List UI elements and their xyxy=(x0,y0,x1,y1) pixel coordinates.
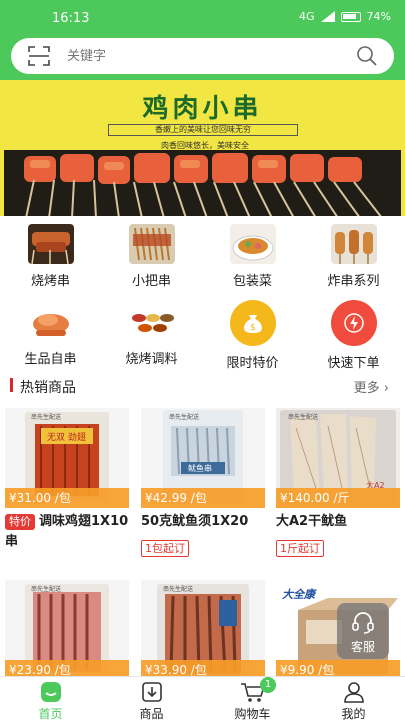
product-card[interactable]: 串先生配送 ¥23.90 /包 xyxy=(5,580,129,680)
tab-products[interactable]: 商品 xyxy=(101,679,202,720)
tab-profile[interactable]: 我的 xyxy=(303,679,404,720)
category-raw-self-skewer[interactable]: 生品自串 xyxy=(0,302,101,367)
small-skewer-photo-icon xyxy=(128,224,175,264)
user-icon xyxy=(343,682,364,703)
category-label: 限时特价 xyxy=(226,356,279,371)
packaged-dish-photo-icon xyxy=(229,224,276,264)
product-image-text: 鱿鱼串 xyxy=(188,464,212,473)
raw-meat-photo-icon xyxy=(27,302,74,342)
tab-label: 我的 xyxy=(341,707,366,720)
svg-text:$: $ xyxy=(250,323,256,333)
product-card[interactable]: 无双 劲翅 串先生配送 ¥31.00 /包 特价 调味鸡翅1X10串 xyxy=(5,408,129,552)
section-title: 热销商品 xyxy=(20,380,76,396)
product-title: 50克鱿鱼须1X20 xyxy=(141,514,249,529)
product-image: 大A2 串先生配送 ¥140.00 /斤 xyxy=(276,408,400,508)
status-icons: 4G 74% xyxy=(299,10,391,23)
home-icon xyxy=(40,682,61,702)
delivery-badge: 串先生配送 xyxy=(288,414,319,421)
category-label: 生品自串 xyxy=(24,352,77,367)
category-label: 烧烤串 xyxy=(30,274,70,289)
skewer-photo-icon xyxy=(27,224,74,264)
status-bar: 16:13 4G 74% xyxy=(0,0,405,36)
customer-service-button[interactable]: 客服 xyxy=(337,603,389,659)
tab-label: 商品 xyxy=(139,707,164,720)
category-quick-order[interactable]: 快速下单 xyxy=(303,300,404,371)
search-input[interactable] xyxy=(67,46,337,66)
search-icon[interactable] xyxy=(356,45,378,67)
category-label: 小把串 xyxy=(131,274,171,289)
category-small-skewers[interactable]: 小把串 xyxy=(101,224,202,289)
header xyxy=(0,36,405,80)
banner-slogan: 香嫩上的美味让您回味无穷 xyxy=(108,124,298,136)
min-order-badge: 1包起订 xyxy=(141,540,189,557)
product-image: 串先生配送 ¥33.90 /包 xyxy=(141,580,265,680)
chevron-right-icon: › xyxy=(383,381,389,396)
category-fried-skewers[interactable]: 炸串系列 xyxy=(303,224,404,289)
category-label: 炸串系列 xyxy=(327,274,380,289)
cart-count-badge: 1 xyxy=(260,677,276,693)
product-image: 无双 劲翅 串先生配送 ¥31.00 /包 xyxy=(5,408,129,508)
banner-title: 鸡肉小串 xyxy=(142,94,263,124)
product-price: ¥42.99 /包 xyxy=(141,488,265,508)
category-label: 烧烤调料 xyxy=(125,352,178,367)
delivery-badge: 串先生配送 xyxy=(169,414,200,421)
battery-level: 74% xyxy=(366,10,391,23)
more-link[interactable]: 更多 › xyxy=(354,377,389,396)
lightning-icon xyxy=(330,300,377,346)
product-card[interactable]: 大A2 串先生配送 ¥140.00 /斤 大A2干鱿鱼 1斤起订 xyxy=(276,408,400,557)
category-flash-sale[interactable]: $ 限时特价 xyxy=(202,300,303,371)
category-packaged-dishes[interactable]: 包装菜 xyxy=(202,224,303,289)
headset-icon xyxy=(352,612,374,634)
banner-photo xyxy=(4,150,401,216)
min-order-badge: 1斤起订 xyxy=(276,540,324,557)
special-price-tag: 特价 xyxy=(5,514,35,530)
signal-icon xyxy=(320,11,335,22)
tab-cart[interactable]: 1 购物车 xyxy=(202,677,303,720)
category-label: 包装菜 xyxy=(232,274,272,289)
fried-skewer-photo-icon xyxy=(330,224,377,264)
promo-banner[interactable]: 鸡肉小串 香嫩上的美味让您回味无穷 肉香回味悠长，美味安全 xyxy=(0,80,405,216)
tab-label: 购物车 xyxy=(234,707,271,720)
hot-products-header: 热销商品 更多 › xyxy=(0,372,405,400)
download-box-icon xyxy=(141,682,162,702)
category-bbq-seasoning[interactable]: 烧烤调料 xyxy=(101,302,202,367)
more-label: 更多 xyxy=(353,381,380,396)
delivery-badge: 串先生配送 xyxy=(31,414,62,421)
money-bag-icon: $ xyxy=(229,300,276,346)
product-price: ¥140.00 /斤 xyxy=(276,488,400,508)
battery-icon xyxy=(340,11,361,22)
customer-service-label: 客服 xyxy=(350,640,375,654)
bottom-tab-bar: 首页 商品 1 购物车 我的 xyxy=(0,676,405,720)
product-image: 串先生配送 ¥23.90 /包 xyxy=(5,580,129,680)
delivery-badge: 串先生配送 xyxy=(31,586,62,593)
search-bar[interactable] xyxy=(11,38,394,74)
section-accent-bar xyxy=(10,378,13,392)
product-image-text: 无双 劲翅 xyxy=(47,433,86,443)
category-label: 快速下单 xyxy=(327,356,380,371)
product-image: 鱿鱼串 串先生配送 ¥42.99 /包 xyxy=(141,408,265,508)
tab-home[interactable]: 首页 xyxy=(0,679,101,720)
product-name: 特价 调味鸡翅1X10串 xyxy=(5,512,129,552)
seasoning-photo-icon xyxy=(128,302,175,342)
product-card[interactable]: 串先生配送 ¥33.90 /包 xyxy=(141,580,265,680)
product-title: 大A2干鱿鱼 xyxy=(276,514,348,529)
tab-label: 首页 xyxy=(38,707,63,720)
category-bbq-skewers[interactable]: 烧烤串 xyxy=(0,224,101,289)
scan-icon[interactable] xyxy=(28,46,50,66)
delivery-badge: 串先生配送 xyxy=(163,586,194,593)
product-card[interactable]: 鱿鱼串 串先生配送 ¥42.99 /包 50克鱿鱼须1X20 1包起订 xyxy=(141,408,265,557)
product-price: ¥31.00 /包 xyxy=(5,488,129,508)
status-time: 16:13 xyxy=(52,11,90,26)
brand-logo: 大全康 xyxy=(282,588,315,601)
signal-indicator: 4G xyxy=(299,10,315,23)
